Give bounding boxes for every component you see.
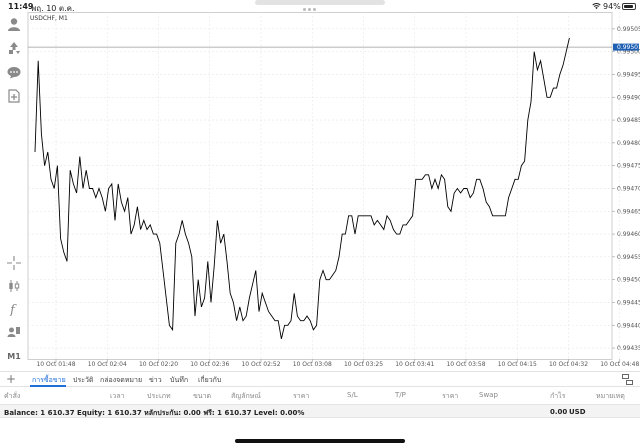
total-profit: 0.00 (550, 408, 568, 416)
crosshair-icon[interactable] (5, 254, 23, 272)
wifi-icon (592, 3, 601, 10)
col-current-price[interactable]: ราคา (442, 391, 458, 402)
price-tick-label: 0.99435 (617, 345, 640, 352)
indicators-icon[interactable]: f (5, 300, 23, 318)
battery-icon (622, 3, 636, 10)
price-tick-label: 0.99480 (617, 140, 640, 147)
orders-table-header: คำสั่ง เวลา ประเภท ขนาด สัญลักษณ์ ราคา S… (0, 388, 640, 402)
time-tick-label: 10 Oct 03:41 (395, 361, 434, 368)
price-tick-label: 0.99450 (617, 277, 640, 284)
balance-summary: Balance: 1 610.37 Equity: 1 610.37 หลักป… (4, 409, 305, 417)
col-volume[interactable]: ขนาด (193, 391, 211, 402)
time-tick-label: 10 Oct 01:48 (36, 361, 75, 368)
tab-news[interactable]: ข่าว (149, 375, 162, 386)
time-tick-label: 10 Oct 04:32 (549, 361, 588, 368)
col-price[interactable]: ราคา (293, 391, 309, 402)
col-swap[interactable]: Swap (479, 391, 498, 399)
col-comment[interactable]: หมายเหตุ (596, 391, 625, 402)
time-tick-label: 10 Oct 02:04 (88, 361, 127, 368)
price-tick-label: 0.99475 (617, 163, 640, 170)
tab-journal[interactable]: บันทึก (170, 375, 188, 386)
trade-arrows-icon[interactable] (5, 39, 23, 57)
current-price-label: 0.99501 (617, 44, 640, 51)
clock: 11:49 (8, 2, 34, 11)
price-tick-label: 0.99505 (617, 26, 640, 33)
tab-about[interactable]: เกี่ยวกับ (198, 375, 221, 386)
col-profit[interactable]: กำไร (550, 391, 565, 402)
chat-icon[interactable] (5, 63, 23, 81)
battery-percentage: 94% (603, 2, 621, 11)
active-tab-indicator (30, 385, 66, 387)
svg-text:f: f (9, 303, 17, 316)
col-type[interactable]: ประเภท (147, 391, 171, 402)
price-tick-label: 0.99455 (617, 254, 640, 261)
col-time[interactable]: เวลา (110, 391, 125, 402)
time-tick-label: 10 Oct 03:58 (446, 361, 485, 368)
time-tick-label: 10 Oct 03:25 (344, 361, 383, 368)
account-icon[interactable] (5, 15, 23, 33)
price-tick-label: 0.99470 (617, 185, 640, 192)
time-tick-label: 10 Oct 03:08 (293, 361, 332, 368)
price-tick-label: 0.99495 (617, 71, 640, 78)
time-tick-label: 10 Oct 02:36 (190, 361, 229, 368)
plot-frame (27, 12, 613, 360)
time-tick-label: 10 Oct 02:52 (241, 361, 280, 368)
time-tick-label: 10 Oct 04:15 (498, 361, 537, 368)
chart-canvas[interactable]: 0.995050.995000.994950.994900.994850.994… (0, 12, 640, 370)
price-tick-label: 0.99490 (617, 94, 640, 101)
top-pill (255, 0, 385, 5)
new-order-icon[interactable] (5, 87, 23, 105)
price-chart[interactable]: 0.99505 0.99500 0.99495 0.99490 0.99485 0.994… (0, 12, 640, 370)
time-tick-label: 10 Oct 04:48 (600, 361, 639, 368)
add-button[interactable]: + (6, 373, 16, 386)
bottom-tab-bar: + การซื้อขาย ประวัติ กล่องจดหมาย ข่าว บั… (0, 371, 640, 387)
timeframe-button[interactable]: M1 (5, 347, 23, 365)
home-indicator[interactable] (235, 439, 405, 443)
balance-bar: Balance: 1 610.37 Equity: 1 610.37 หลักป… (0, 404, 640, 418)
price-tick-label: 0.99465 (617, 208, 640, 215)
price-tick-label: 0.99445 (617, 299, 640, 306)
price-tick-label: 0.99440 (617, 322, 640, 329)
col-order[interactable]: คำสั่ง (4, 391, 20, 402)
tab-history[interactable]: ประวัติ (73, 375, 93, 386)
symbol-label: USDCHF, M1 (30, 15, 68, 22)
col-sl[interactable]: S/L (347, 391, 358, 399)
layout-icon[interactable] (622, 374, 633, 385)
candlestick-icon[interactable] (5, 277, 23, 295)
left-toolbar: f M1 (0, 12, 28, 370)
tab-mailbox[interactable]: กล่องจดหมาย (100, 375, 142, 386)
time-tick-label: 10 Oct 02:20 (139, 361, 178, 368)
col-tp[interactable]: T/P (395, 391, 406, 399)
price-tick-label: 0.99485 (617, 117, 640, 124)
currency-label: USD (569, 408, 586, 416)
objects-icon[interactable] (5, 323, 23, 341)
col-symbol[interactable]: สัญลักษณ์ (231, 391, 261, 402)
price-tick-label: 0.99460 (617, 231, 640, 238)
